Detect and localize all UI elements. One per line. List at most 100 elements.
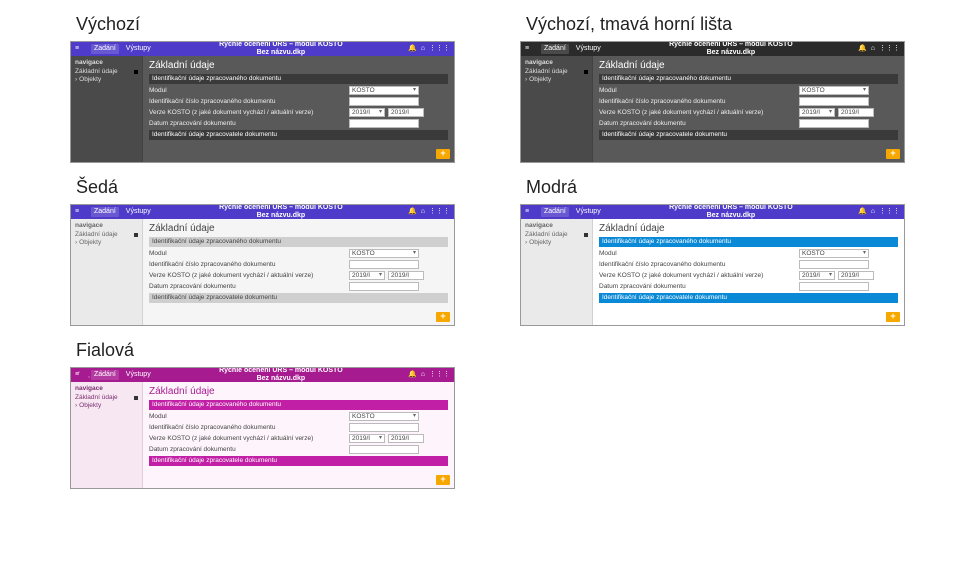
grid-icon[interactable]: ⋮⋮⋮ [879, 45, 900, 53]
theme-thumb-darktop: ≡ Zadání Výstupy Rychlé ocenění ÚRS – mo… [520, 41, 905, 163]
hamburger-icon[interactable]: ≡ [75, 208, 85, 216]
label-datum: Datum zpracování dokumentu [149, 446, 349, 453]
add-button[interactable]: + [436, 149, 450, 159]
tab-zadani[interactable]: Zadání [541, 207, 569, 217]
tab-zadani[interactable]: Zadání [91, 44, 119, 54]
grid-icon[interactable]: ⋮⋮⋮ [429, 371, 450, 379]
app-title: Rychlé ocenění ÚRS – modul KOSTO [669, 41, 793, 48]
sidebar-item-zakladni[interactable]: Základní údaje [75, 231, 138, 238]
label-ident: Identifikační číslo zpracovaného dokumen… [599, 261, 799, 268]
app-subtitle: Bez názvu.dkp [707, 212, 756, 219]
section-header-1: Identifikační údaje zpracovaného dokumen… [149, 74, 448, 84]
app-title: Rychlé ocenění ÚRS – modul KOSTO [219, 41, 343, 48]
label-datum: Datum zpracování dokumentu [149, 283, 349, 290]
nav-title: navigace [75, 385, 138, 392]
section-header-1: Identifikační údaje zpracovaného dokumen… [599, 237, 898, 247]
tab-vystupy[interactable]: Výstupy [123, 44, 154, 54]
input-ident[interactable] [799, 260, 869, 269]
chevron-down-icon: ▾ [379, 435, 382, 442]
home-icon[interactable]: ⌂ [421, 208, 425, 216]
grid-icon[interactable]: ⋮⋮⋮ [429, 45, 450, 53]
sidebar-item-objekty[interactable]: Objekty [75, 239, 138, 246]
tab-zadani[interactable]: Zadání [91, 370, 119, 380]
main-panel: Základní údaje Identifikační údaje zprac… [143, 382, 454, 488]
select-verze-1[interactable]: 2019/I▾ [349, 434, 385, 443]
tab-zadani[interactable]: Zadání [91, 207, 119, 217]
main-panel: Základní údaje Identifikační údaje zprac… [593, 219, 904, 325]
chevron-down-icon: ▾ [379, 272, 382, 279]
bell-icon[interactable]: 🔔 [858, 45, 867, 53]
grid-icon[interactable]: ⋮⋮⋮ [879, 208, 900, 216]
add-button[interactable]: + [886, 312, 900, 322]
sidebar: navigace Základní údaje Objekty [71, 382, 143, 488]
nav-title: navigace [75, 59, 138, 66]
tab-vystupy[interactable]: Výstupy [123, 370, 154, 380]
active-dot-icon [134, 233, 138, 237]
input-datum[interactable] [349, 282, 419, 291]
label-verze: Verze KOSTO (z jaké dokument vychází / a… [599, 272, 799, 279]
tab-vystupy[interactable]: Výstupy [123, 207, 154, 217]
tab-zadani[interactable]: Zadání [541, 44, 569, 54]
input-datum[interactable] [349, 445, 419, 454]
home-icon[interactable]: ⌂ [871, 45, 875, 53]
page-title: Základní údaje [149, 386, 448, 397]
sidebar: navigace Základní údaje Objekty [71, 219, 143, 325]
select-verze-1[interactable]: 2019/I▾ [349, 108, 385, 117]
bell-icon[interactable]: 🔔 [408, 371, 417, 379]
sidebar-item-objekty[interactable]: Objekty [525, 239, 588, 246]
caption-default: Výchozí [76, 14, 455, 35]
add-button[interactable]: + [436, 475, 450, 485]
app-subtitle: Bez názvu.dkp [257, 212, 306, 219]
home-icon[interactable]: ⌂ [421, 45, 425, 53]
hamburger-icon[interactable]: ≡ [75, 371, 85, 379]
sidebar-item-zakladni[interactable]: Základní údaje [525, 231, 588, 238]
bell-icon[interactable]: 🔔 [858, 208, 867, 216]
theme-thumb-blue: ≡ Zadání Výstupy Rychlé ocenění ÚRS – mo… [520, 204, 905, 326]
input-datum[interactable] [799, 282, 869, 291]
select-modul[interactable]: KOSTO▾ [349, 412, 419, 421]
add-button[interactable]: + [436, 312, 450, 322]
sidebar-item-objekty[interactable]: Objekty [525, 76, 588, 83]
input-ident[interactable] [799, 97, 869, 106]
add-button[interactable]: + [886, 149, 900, 159]
home-icon[interactable]: ⌂ [421, 371, 425, 379]
hamburger-icon[interactable]: ≡ [525, 45, 535, 53]
hamburger-icon[interactable]: ≡ [525, 208, 535, 216]
label-datum: Datum zpracování dokumentu [599, 283, 799, 290]
sidebar-item-objekty[interactable]: Objekty [75, 76, 138, 83]
label-modul: Modul [149, 87, 349, 94]
select-verze-1[interactable]: 2019/I▾ [799, 271, 835, 280]
tab-vystupy[interactable]: Výstupy [573, 207, 604, 217]
label-datum: Datum zpracování dokumentu [599, 120, 799, 127]
select-verze-1[interactable]: 2019/I▾ [349, 271, 385, 280]
page-title: Základní údaje [149, 223, 448, 234]
hamburger-icon[interactable]: ≡ [75, 45, 85, 53]
caption-gray: Šedá [76, 177, 455, 198]
bell-icon[interactable]: 🔔 [408, 45, 417, 53]
section-header-2: Identifikační údaje zpracovatele dokumen… [599, 130, 898, 140]
grid-icon[interactable]: ⋮⋮⋮ [429, 208, 450, 216]
input-ident[interactable] [349, 97, 419, 106]
readonly-verze-2: 2019/I [388, 271, 424, 280]
theme-thumb-gray: ≡ Zadání Výstupy Rychlé ocenění ÚRS – mo… [70, 204, 455, 326]
bell-icon[interactable]: 🔔 [408, 208, 417, 216]
app-title: Rychlé ocenění ÚRS – modul KOSTO [219, 204, 343, 211]
sidebar-item-zakladni[interactable]: Základní údaje [525, 68, 588, 75]
input-datum[interactable] [349, 119, 419, 128]
label-ident: Identifikační číslo zpracovaného dokumen… [149, 261, 349, 268]
input-ident[interactable] [349, 260, 419, 269]
select-modul[interactable]: KOSTO▾ [349, 249, 419, 258]
sidebar-item-zakladni[interactable]: Základní údaje [75, 394, 138, 401]
select-modul[interactable]: KOSTO▾ [799, 86, 869, 95]
select-modul[interactable]: KOSTO▾ [349, 86, 419, 95]
sidebar-item-zakladni[interactable]: Základní údaje [75, 68, 138, 75]
select-modul[interactable]: KOSTO▾ [799, 249, 869, 258]
topbar: ≡ Zadání Výstupy Rychlé ocenění ÚRS – mo… [521, 42, 904, 56]
sidebar-item-objekty[interactable]: Objekty [75, 402, 138, 409]
input-datum[interactable] [799, 119, 869, 128]
input-ident[interactable] [349, 423, 419, 432]
tab-vystupy[interactable]: Výstupy [573, 44, 604, 54]
label-verze: Verze KOSTO (z jaké dokument vychází / a… [149, 435, 349, 442]
select-verze-1[interactable]: 2019/I▾ [799, 108, 835, 117]
home-icon[interactable]: ⌂ [871, 208, 875, 216]
